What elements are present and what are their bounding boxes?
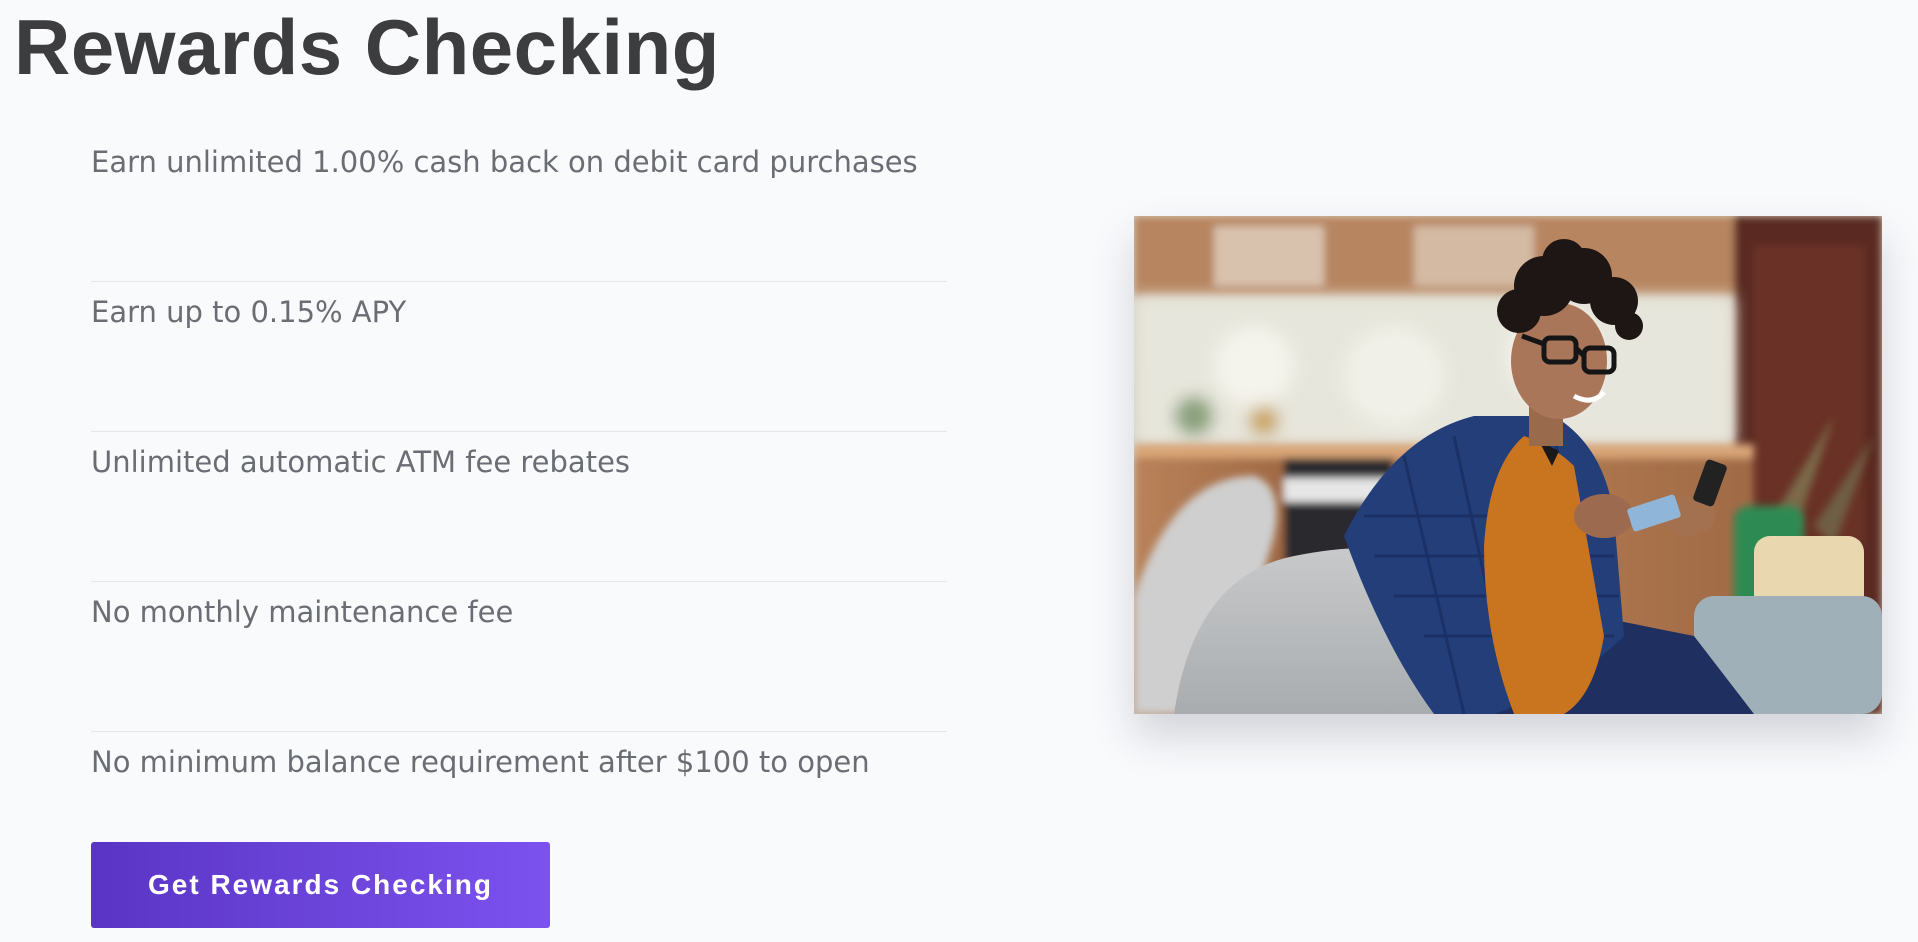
feature-item: Earn up to 0.15% APY <box>91 282 947 432</box>
feature-no-minimum-balance: No minimum balance requirement after $10… <box>91 745 870 779</box>
smiling-man-with-phone-and-card-icon <box>1134 216 1882 714</box>
page-title: Rewards Checking <box>14 3 720 91</box>
feature-cashback: Earn unlimited 1.00% cash back on debit … <box>91 145 918 179</box>
feature-list: Earn unlimited 1.00% cash back on debit … <box>91 132 947 812</box>
feature-item: Earn unlimited 1.00% cash back on debit … <box>91 132 947 282</box>
get-rewards-checking-button[interactable]: Get Rewards Checking <box>91 842 550 928</box>
feature-no-monthly-fee: No monthly maintenance fee <box>91 595 514 629</box>
feature-item: No monthly maintenance fee <box>91 582 947 732</box>
feature-item: No minimum balance requirement after $10… <box>91 732 947 812</box>
hero-photo <box>1134 216 1882 714</box>
feature-apy: Earn up to 0.15% APY <box>91 295 407 329</box>
feature-item: Unlimited automatic ATM fee rebates <box>91 432 947 582</box>
feature-atm-rebates: Unlimited automatic ATM fee rebates <box>91 445 631 479</box>
